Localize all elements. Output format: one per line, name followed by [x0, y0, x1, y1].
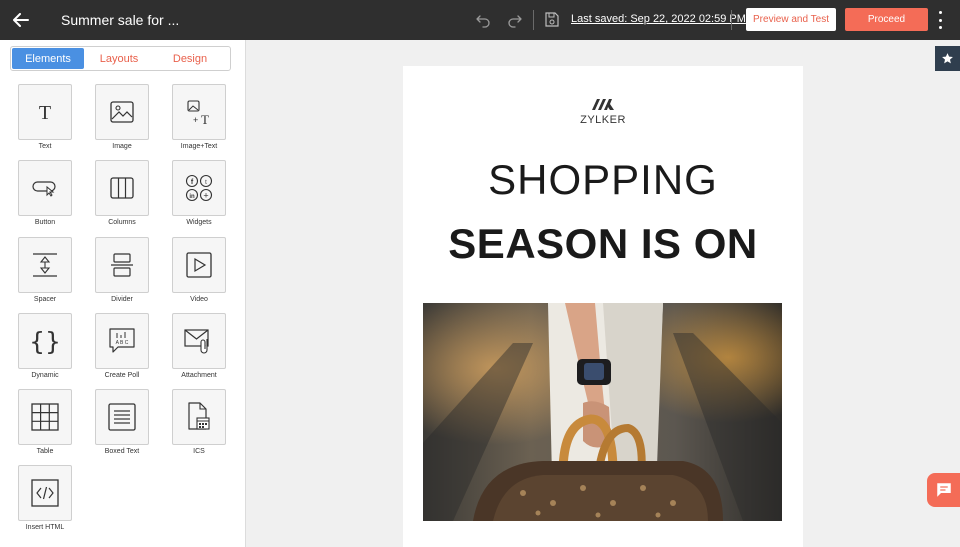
- element-text[interactable]: T: [18, 84, 72, 140]
- element-divider[interactable]: [95, 237, 149, 293]
- element-label: ICS: [193, 448, 205, 455]
- tab-design[interactable]: Design: [154, 48, 226, 69]
- boxed-text-icon: [108, 403, 136, 431]
- element-label: Boxed Text: [104, 448, 140, 455]
- table-icon: [31, 403, 59, 431]
- element-widgets[interactable]: f t in +: [172, 160, 226, 216]
- element-columns[interactable]: [95, 160, 149, 216]
- toolbar-divider: [731, 10, 732, 30]
- svg-text:f: f: [191, 179, 194, 186]
- element-label: Text: [38, 143, 52, 150]
- element-dynamic[interactable]: {}: [18, 313, 72, 369]
- star-icon: [942, 53, 953, 64]
- element-table[interactable]: [18, 389, 72, 445]
- element-create-poll[interactable]: A B C: [95, 313, 149, 369]
- element-label: Image: [112, 143, 132, 150]
- more-menu-button[interactable]: [934, 11, 946, 29]
- element-label: Video: [190, 296, 208, 303]
- curly-braces-icon: {}: [32, 327, 58, 355]
- redo-button[interactable]: [507, 12, 523, 28]
- button-icon: [32, 181, 56, 197]
- top-bar: Summer sale for ... Last saved: Sep 22, …: [0, 0, 960, 40]
- panel-tabs: Elements Layouts Design: [10, 46, 231, 71]
- back-button[interactable]: [10, 9, 32, 31]
- spacer-icon: [33, 253, 57, 277]
- text-icon: T: [39, 102, 51, 123]
- element-label: Attachment: [181, 372, 217, 379]
- kebab-menu-icon: [938, 11, 942, 29]
- element-boxed-text[interactable]: [95, 389, 149, 445]
- element-label: Create Poll: [104, 372, 140, 379]
- undo-icon: [476, 15, 490, 28]
- toolbar-divider: [533, 10, 534, 30]
- element-label: Insert HTML: [25, 524, 65, 531]
- preview-and-test-button[interactable]: Preview and Test: [746, 8, 836, 31]
- element-button[interactable]: [18, 160, 72, 216]
- brand-logo-icon: [591, 96, 615, 112]
- element-insert-html[interactable]: [18, 465, 72, 521]
- element-image[interactable]: [95, 84, 149, 140]
- element-label: Table: [36, 448, 54, 455]
- svg-text:t: t: [205, 180, 207, 186]
- svg-text:T: T: [201, 112, 209, 125]
- hero-image[interactable]: [423, 303, 782, 521]
- email-headline-line2[interactable]: SEASON IS ON: [403, 220, 803, 268]
- video-icon: [186, 252, 212, 278]
- svg-text:T: T: [39, 102, 51, 123]
- poll-icon: A B C: [109, 328, 135, 353]
- proceed-button[interactable]: Proceed: [845, 8, 928, 31]
- document-title[interactable]: Summer sale for ...: [61, 12, 179, 28]
- element-label: Widgets: [186, 219, 212, 226]
- element-label: Dynamic: [31, 372, 59, 379]
- element-label: Spacer: [33, 296, 57, 303]
- element-label: Divider: [111, 296, 133, 303]
- save-button[interactable]: [545, 12, 559, 27]
- element-label: Button: [34, 219, 56, 226]
- redo-icon: [508, 15, 522, 28]
- element-label: Image+Text: [180, 143, 218, 150]
- element-image-text[interactable]: + T: [172, 84, 226, 140]
- element-spacer[interactable]: [18, 237, 72, 293]
- favorite-button[interactable]: [935, 46, 960, 71]
- tab-layouts[interactable]: Layouts: [84, 48, 154, 69]
- social-widgets-icon: f t in +: [185, 174, 213, 202]
- tab-elements[interactable]: Elements: [12, 48, 84, 69]
- save-icon: [545, 12, 559, 27]
- element-label: Columns: [108, 219, 136, 226]
- calendar-file-icon: [188, 402, 210, 430]
- svg-text:{}: {}: [32, 327, 58, 355]
- element-video[interactable]: [172, 237, 226, 293]
- image-icon: [110, 101, 134, 123]
- attachment-icon: [184, 329, 209, 354]
- svg-text:+: +: [203, 191, 208, 201]
- chat-icon: [936, 483, 951, 497]
- email-headline-line1[interactable]: SHOPPING: [403, 156, 803, 204]
- svg-text:A B C: A B C: [116, 340, 129, 346]
- back-arrow-icon: [13, 13, 29, 27]
- element-ics[interactable]: [172, 389, 226, 445]
- svg-text:+: +: [193, 115, 198, 125]
- brand-name: ZYLKER: [580, 114, 626, 126]
- code-icon: [31, 479, 59, 507]
- image-text-icon: + T: [187, 100, 209, 125]
- svg-text:in: in: [189, 194, 195, 200]
- chat-button[interactable]: [927, 473, 960, 507]
- element-attachment[interactable]: [172, 313, 226, 369]
- columns-icon: [110, 177, 134, 199]
- divider-icon: [111, 253, 133, 277]
- last-saved-link[interactable]: Last saved: Sep 22, 2022 02:59 PM: [571, 13, 746, 25]
- undo-button[interactable]: [475, 12, 491, 28]
